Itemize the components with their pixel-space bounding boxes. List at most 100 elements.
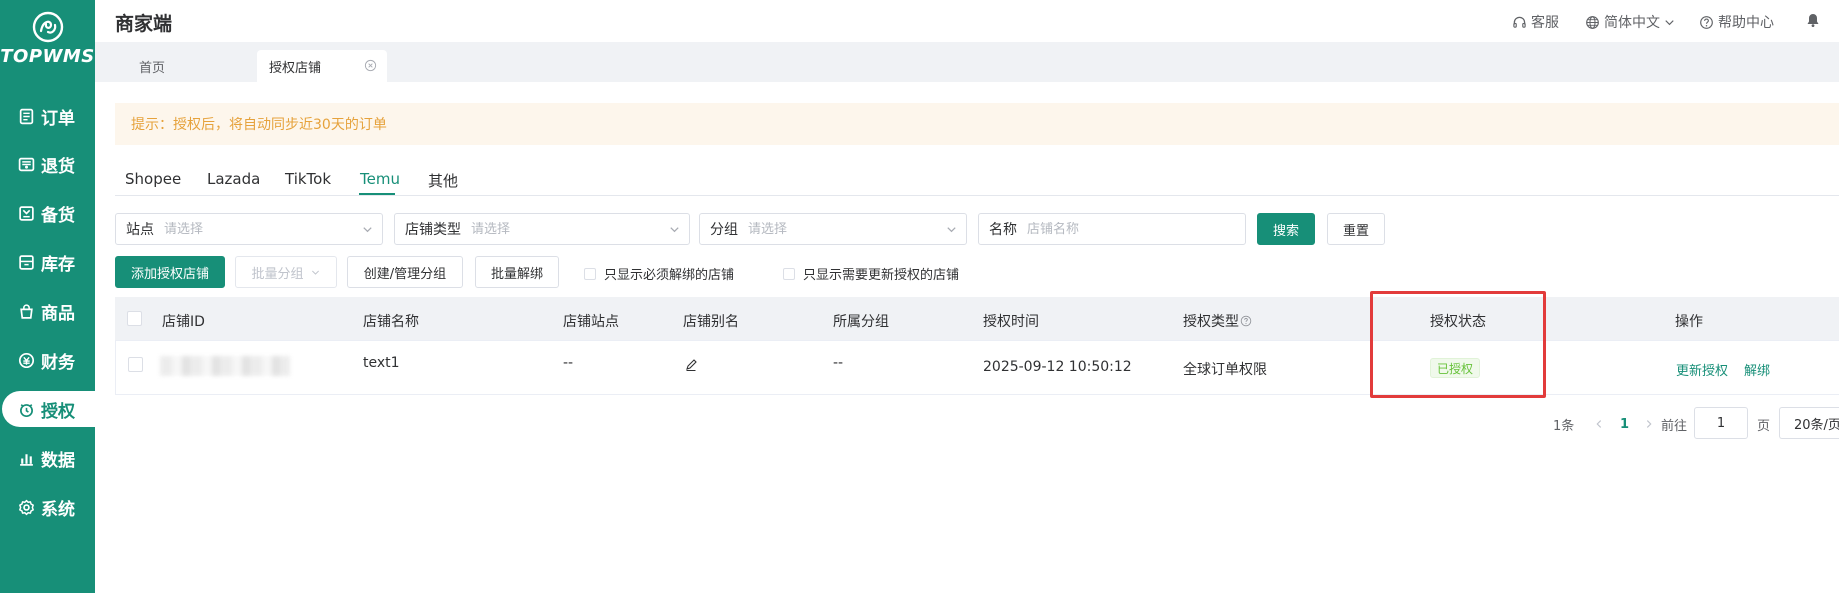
group-cell: -- <box>833 355 844 371</box>
headset-icon <box>1513 16 1526 28</box>
logo: TOPWMS <box>0 10 95 67</box>
sidebar-item-authorize[interactable]: 授权 <box>2 391 95 427</box>
stock-prep-icon <box>17 204 35 222</box>
shop-type-select[interactable]: 店铺类型 <box>394 213 690 245</box>
column-shop-id: 店铺ID <box>162 314 205 330</box>
tab-home[interactable]: 首页 <box>115 50 165 82</box>
add-authorized-shop-button[interactable]: 添加授权店铺 <box>115 256 225 288</box>
shop-name-filter[interactable]: 名称 <box>978 213 1246 245</box>
sidebar-item-label: 系统 <box>41 499 75 520</box>
shop-name-cell: text1 <box>363 355 400 371</box>
brand-name: TOPWMS <box>0 46 95 67</box>
chevron-right-icon[interactable] <box>1643 418 1655 430</box>
finance-icon <box>17 351 35 369</box>
must-unbind-label: 只显示必须解绑的店铺 <box>604 268 735 283</box>
sidebar-item-inventory[interactable]: 库存 <box>0 244 95 280</box>
data-icon <box>17 449 35 467</box>
chevron-down-icon <box>1665 19 1674 25</box>
shop-name-input[interactable] <box>1027 221 1207 237</box>
table-header: 店铺ID 店铺名称 店铺站点 店铺别名 所属分组 授权时间 授权类型 授权状态 … <box>115 297 1839 341</box>
globe-icon <box>1586 15 1599 29</box>
tab-temu[interactable]: Temu <box>360 170 400 188</box>
return-icon <box>17 155 35 173</box>
name-label: 名称 <box>989 222 1017 238</box>
active-tab-indicator <box>359 193 395 195</box>
column-auth-status: 授权状态 <box>1430 314 1486 330</box>
checkbox[interactable] <box>584 267 596 280</box>
manage-group-button[interactable]: 创建/管理分组 <box>347 256 463 288</box>
group-select[interactable]: 分组 <box>699 213 967 245</box>
support-label: 客服 <box>1531 15 1559 31</box>
batch-unbind-button[interactable]: 批量解绑 <box>475 256 559 288</box>
authorize-icon <box>17 400 35 418</box>
tab-authorized-shops[interactable]: 授权店铺 <box>257 50 387 82</box>
site-select[interactable]: 站点 <box>115 213 383 245</box>
site-input[interactable] <box>164 221 344 237</box>
tab-other[interactable]: 其他 <box>428 170 458 191</box>
group-label: 分组 <box>710 222 738 238</box>
goto-label: 前往 <box>1661 418 1688 434</box>
column-actions: 操作 <box>1675 314 1703 330</box>
page-suffix: 页 <box>1757 418 1771 434</box>
language-select[interactable]: 简体中文 <box>1585 12 1677 32</box>
sync-notice: 提示：授权后，将自动同步近30天的订单 <box>115 103 1839 145</box>
chevron-down-icon <box>363 227 372 233</box>
sidebar-item-stock-prep[interactable]: 备货 <box>0 195 95 231</box>
product-icon <box>17 302 35 320</box>
sidebar-item-label: 商品 <box>41 303 75 324</box>
goto-page-input[interactable]: 1 <box>1694 407 1748 439</box>
logo-mark-icon <box>32 11 63 43</box>
reset-button[interactable]: 重置 <box>1327 213 1385 245</box>
edit-alias-icon[interactable] <box>684 358 698 372</box>
sidebar-item-data[interactable]: 数据 <box>0 440 95 476</box>
column-auth-type: 授权类型 <box>1183 311 1252 331</box>
page-tab-bar: 首页 授权店铺 <box>95 42 1839 82</box>
sidebar-item-orders[interactable]: 订单 <box>0 98 95 134</box>
help-center-link[interactable]: 帮助中心 <box>1699 12 1774 32</box>
batch-group-label: 批量分组 <box>251 266 304 282</box>
help-icon <box>1700 15 1713 29</box>
sidebar-item-system[interactable]: 系统 <box>0 489 95 525</box>
settings-icon <box>17 498 35 516</box>
chevron-down-icon <box>311 270 319 275</box>
sidebar-item-returns[interactable]: 退货 <box>0 146 95 182</box>
page-number-current[interactable]: 1 <box>1620 408 1629 440</box>
bell-icon <box>1807 14 1819 27</box>
must-unbind-filter-checkbox[interactable]: 只显示必须解绑的店铺 <box>584 264 734 283</box>
help-icon[interactable] <box>1240 315 1252 327</box>
need-reauth-filter-checkbox[interactable]: 只显示需要更新授权的店铺 <box>783 264 959 283</box>
tab-lazada[interactable]: Lazada <box>207 170 260 188</box>
batch-group-button[interactable]: 批量分组 <box>235 256 337 288</box>
sidebar-item-label: 授权 <box>41 401 75 422</box>
sidebar: TOPWMS 订单 退货 备货 库存 商品 财务 授权 数据 系统 <box>0 0 95 593</box>
select-all-checkbox[interactable] <box>127 311 142 326</box>
sidebar-item-products[interactable]: 商品 <box>0 293 95 329</box>
tab-tiktok[interactable]: TikTok <box>285 170 331 188</box>
sidebar-item-label: 数据 <box>41 450 75 471</box>
platform-tabs: Shopee Lazada TikTok Temu 其他 <box>115 160 1839 196</box>
group-input[interactable] <box>748 221 928 237</box>
column-group: 所属分组 <box>833 314 889 330</box>
notification-button[interactable] <box>1805 12 1825 28</box>
column-auth-time: 授权时间 <box>983 314 1039 330</box>
unbind-link[interactable]: 解绑 <box>1744 360 1770 379</box>
support-link[interactable]: 客服 <box>1512 12 1559 32</box>
row-checkbox[interactable] <box>128 357 143 372</box>
update-auth-link[interactable]: 更新授权 <box>1676 360 1728 379</box>
checkbox[interactable] <box>783 267 795 280</box>
shop-type-input[interactable] <box>471 221 651 237</box>
search-button[interactable]: 搜索 <box>1257 213 1315 245</box>
language-label: 简体中文 <box>1604 15 1660 31</box>
page-size-select[interactable]: 20条/页 <box>1779 407 1839 439</box>
app-title: 商家端 <box>115 13 173 35</box>
tab-home-label: 首页 <box>139 60 166 76</box>
sidebar-item-label: 财务 <box>41 352 75 373</box>
auth-type-cell: 全球订单权限 <box>1183 362 1267 378</box>
auth-time-cell: 2025-09-12 10:50:12 <box>983 359 1132 375</box>
tab-shopee[interactable]: Shopee <box>125 170 181 188</box>
close-icon[interactable] <box>364 59 377 72</box>
table-row: text1 -- -- 2025-09-12 10:50:12 全球订单权限 已… <box>115 341 1839 395</box>
sidebar-item-finance[interactable]: 财务 <box>0 342 95 378</box>
chevron-left-icon[interactable] <box>1593 418 1605 430</box>
status-badge: 已授权 <box>1430 358 1481 378</box>
